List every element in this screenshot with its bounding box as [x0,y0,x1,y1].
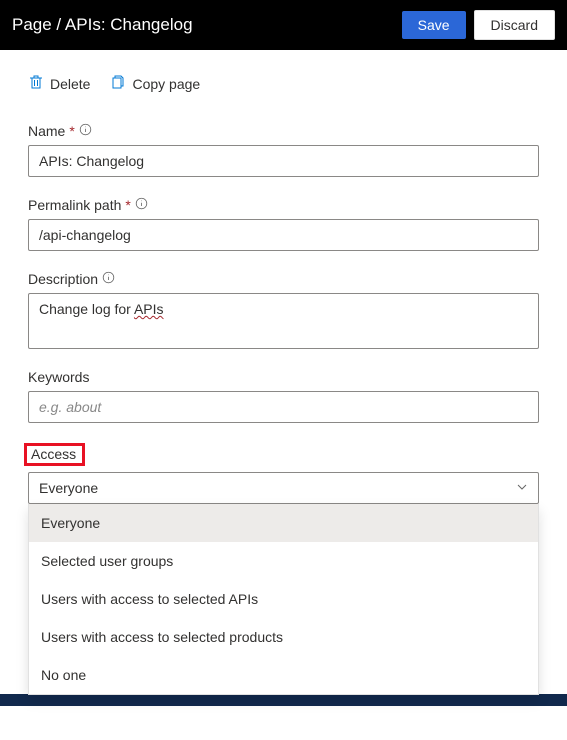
name-label-text: Name [28,123,65,139]
description-label-text: Description [28,271,98,287]
info-icon [135,197,148,213]
access-label-text: Access [24,443,85,466]
toolbar: Delete Copy page [0,50,567,93]
description-text: Change log for APIs [39,301,164,317]
footer-strip [0,694,567,706]
permalink-label: Permalink path * [28,197,539,213]
permalink-field: Permalink path * [28,197,539,251]
trash-icon [28,74,44,93]
access-dropdown: Everyone Selected user groups Users with… [28,504,539,695]
save-button[interactable]: Save [402,11,466,39]
name-input[interactable] [28,145,539,177]
access-select[interactable]: Everyone [28,472,539,504]
description-field: Description Change log for APIs [28,271,539,349]
required-marker: * [125,197,130,213]
discard-button[interactable]: Discard [474,10,555,40]
access-selected-value: Everyone [39,480,98,496]
keywords-label: Keywords [28,369,539,385]
access-option[interactable]: Selected user groups [29,542,538,580]
access-option[interactable]: Users with access to selected APIs [29,580,538,618]
access-option[interactable]: Users with access to selected products [29,618,538,656]
delete-label: Delete [50,76,90,92]
keywords-field: Keywords [28,369,539,423]
permalink-input[interactable] [28,219,539,251]
access-label: Access [28,443,539,466]
page-header: Page / APIs: Changelog Save Discard [0,0,567,50]
description-input[interactable]: Change log for APIs [28,293,539,349]
permalink-label-text: Permalink path [28,197,121,213]
name-field: Name * [28,123,539,177]
info-icon [102,271,115,287]
copy-page-button[interactable]: Copy page [110,74,200,93]
name-label: Name * [28,123,539,139]
access-field: Access Everyone Everyone Selected user g… [28,443,539,504]
access-select-wrap: Everyone Everyone Selected user groups U… [28,472,539,504]
info-icon [79,123,92,139]
description-label: Description [28,271,539,287]
delete-button[interactable]: Delete [28,74,90,93]
access-option[interactable]: Everyone [29,504,538,542]
keywords-input[interactable] [28,391,539,423]
breadcrumb: Page / APIs: Changelog [12,15,394,35]
copy-icon [110,74,126,93]
keywords-label-text: Keywords [28,369,89,385]
access-option[interactable]: No one [29,656,538,694]
form: Name * Permalink path * Description Chan… [0,93,567,504]
copy-label: Copy page [132,76,200,92]
required-marker: * [69,123,74,139]
chevron-down-icon [516,480,528,496]
